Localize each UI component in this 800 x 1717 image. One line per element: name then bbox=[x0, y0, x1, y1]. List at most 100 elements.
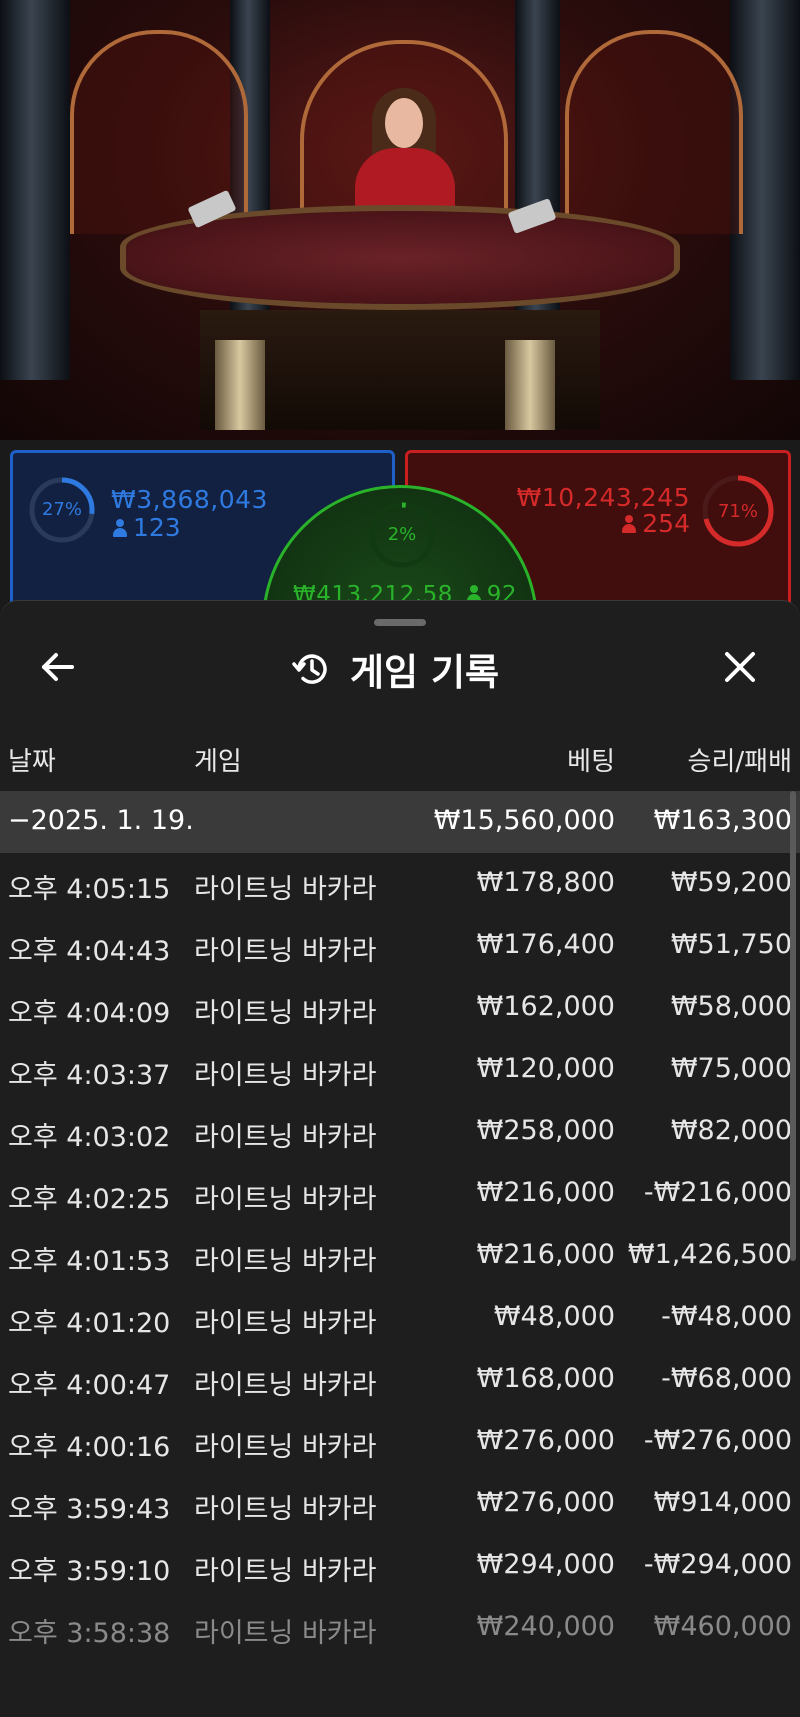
table-row[interactable]: 오후 3:58:38 라이트닝 바카라 ₩240,000 ₩460,000 bbox=[0, 1597, 800, 1659]
row-result: -₩48,000 bbox=[661, 1301, 792, 1332]
live-video-stage bbox=[0, 0, 800, 440]
close-button[interactable] bbox=[718, 645, 762, 689]
banker-percent: 71% bbox=[717, 501, 758, 522]
row-result: ₩82,000 bbox=[670, 1115, 792, 1146]
table-row[interactable]: 오후 4:04:09 라이트닝 바카라 ₩162,000 ₩58,000 bbox=[0, 977, 800, 1039]
row-bet: ₩178,800 bbox=[476, 867, 615, 898]
row-game: 라이트닝 바카라 bbox=[194, 1184, 377, 1215]
arrow-left-icon bbox=[42, 653, 74, 681]
row-result: -₩68,000 bbox=[661, 1363, 792, 1394]
game-history-panel: 게임 기록 날짜 게임 베팅 승리/패배 −2025. 1. 19. ₩15,5… bbox=[0, 600, 800, 1717]
player-amount: ₩3,868,043 bbox=[111, 485, 268, 514]
row-game: 라이트닝 바카라 bbox=[194, 1556, 377, 1587]
row-result: ₩1,426,500 bbox=[627, 1239, 792, 1270]
row-bet: ₩120,000 bbox=[476, 1053, 615, 1084]
row-time: 오후 4:00:16 bbox=[8, 1432, 171, 1463]
row-game: 라이트닝 바카라 bbox=[194, 874, 377, 905]
table-row[interactable]: 오후 4:02:25 라이트닝 바카라 ₩216,000 -₩216,000 bbox=[0, 1163, 800, 1225]
banker-count: 254 bbox=[622, 509, 690, 538]
player-count-value: 123 bbox=[133, 513, 181, 542]
drag-handle[interactable] bbox=[374, 619, 426, 626]
table-row[interactable]: 오후 4:05:15 라이트닝 바카라 ₩178,800 ₩59,200 bbox=[0, 853, 800, 915]
row-result: -₩276,000 bbox=[643, 1425, 792, 1456]
row-time: 오후 4:04:43 bbox=[8, 936, 171, 967]
row-result: -₩294,000 bbox=[643, 1549, 792, 1580]
table-row[interactable]: 오후 4:04:43 라이트닝 바카라 ₩176,400 ₩51,750 bbox=[0, 915, 800, 977]
row-game: 라이트닝 바카라 bbox=[194, 1370, 377, 1401]
table-row[interactable]: 오후 4:00:47 라이트닝 바카라 ₩168,000 -₩68,000 bbox=[0, 1349, 800, 1411]
row-time: 오후 4:01:20 bbox=[8, 1308, 171, 1339]
row-bet: ₩276,000 bbox=[476, 1425, 615, 1456]
table-row[interactable]: 오후 4:01:20 라이트닝 바카라 ₩48,000 -₩48,000 bbox=[0, 1287, 800, 1349]
table-row[interactable]: 오후 4:03:37 라이트닝 바카라 ₩120,000 ₩75,000 bbox=[0, 1039, 800, 1101]
row-result: ₩58,000 bbox=[670, 991, 792, 1022]
history-icon bbox=[292, 654, 327, 684]
row-time: 오후 3:59:43 bbox=[8, 1494, 171, 1525]
row-time: 오후 4:02:25 bbox=[8, 1184, 171, 1215]
row-result: ₩51,750 bbox=[670, 929, 792, 960]
row-time: 오후 4:04:09 bbox=[8, 998, 171, 1029]
row-game: 라이트닝 바카라 bbox=[194, 1122, 377, 1153]
dealer-face bbox=[385, 98, 423, 148]
date-group-label: −2025. 1. 19. bbox=[8, 805, 194, 836]
column-header-bet: 베팅 bbox=[567, 747, 615, 777]
close-icon bbox=[725, 652, 755, 682]
table-row[interactable]: 오후 3:59:43 라이트닝 바카라 ₩276,000 ₩914,000 bbox=[0, 1473, 800, 1535]
row-bet: ₩162,000 bbox=[476, 991, 615, 1022]
row-result: ₩75,000 bbox=[670, 1053, 792, 1084]
row-bet: ₩216,000 bbox=[476, 1177, 615, 1208]
date-group-bet-total: ₩15,560,000 bbox=[433, 805, 615, 836]
table-row[interactable]: 오후 3:59:10 라이트닝 바카라 ₩294,000 -₩294,000 bbox=[0, 1535, 800, 1597]
row-bet: ₩258,000 bbox=[476, 1115, 615, 1146]
history-list: 오후 4:05:15 라이트닝 바카라 ₩178,800 ₩59,200 오후 4:04… bbox=[0, 853, 800, 1659]
table-row[interactable]: 오후 4:03:02 라이트닝 바카라 ₩258,000 ₩82,000 bbox=[0, 1101, 800, 1163]
row-bet: ₩294,000 bbox=[476, 1549, 615, 1580]
row-bet: ₩276,000 bbox=[476, 1487, 615, 1518]
tie-percent: 2% bbox=[387, 524, 417, 545]
row-bet: ₩168,000 bbox=[476, 1363, 615, 1394]
page-title: 게임 기록 bbox=[350, 651, 500, 694]
row-result: ₩59,200 bbox=[670, 867, 792, 898]
row-time: 오후 4:03:37 bbox=[8, 1060, 171, 1091]
player-percent: 27% bbox=[41, 499, 82, 520]
person-icon bbox=[622, 515, 637, 533]
table-header: 날짜 게임 베팅 승리/패배 bbox=[0, 741, 800, 785]
row-time: 오후 4:03:02 bbox=[8, 1122, 171, 1153]
panel-header: 게임 기록 bbox=[290, 645, 500, 694]
row-result: ₩460,000 bbox=[653, 1611, 792, 1642]
row-game: 라이트닝 바카라 bbox=[194, 1060, 377, 1091]
row-game: 라이트닝 바카라 bbox=[194, 1432, 377, 1463]
scrollbar[interactable] bbox=[790, 791, 796, 1261]
banker-count-value: 254 bbox=[642, 509, 690, 538]
row-game: 라이트닝 바카라 bbox=[194, 1494, 377, 1525]
row-game: 라이트닝 바카라 bbox=[194, 1308, 377, 1339]
table-leg bbox=[505, 340, 555, 430]
row-time: 오후 3:59:10 bbox=[8, 1556, 171, 1587]
row-time: 오후 4:00:47 bbox=[8, 1370, 171, 1401]
column-header-game: 게임 bbox=[194, 747, 242, 777]
arch-right bbox=[565, 30, 743, 234]
row-game: 라이트닝 바카라 bbox=[194, 936, 377, 967]
person-icon bbox=[113, 519, 127, 537]
pillar-left bbox=[0, 0, 70, 380]
table-leg bbox=[215, 340, 265, 430]
banker-amount: ₩10,243,245 bbox=[516, 483, 690, 512]
row-bet: ₩240,000 bbox=[476, 1611, 615, 1642]
column-header-result: 승리/패배 bbox=[687, 747, 792, 777]
row-bet: ₩48,000 bbox=[493, 1301, 615, 1332]
row-bet: ₩176,400 bbox=[476, 929, 615, 960]
date-group-row[interactable]: −2025. 1. 19. ₩15,560,000 ₩163,300 bbox=[0, 791, 800, 853]
back-button[interactable] bbox=[36, 645, 80, 689]
table-row[interactable]: 오후 4:00:16 라이트닝 바카라 ₩276,000 -₩276,000 bbox=[0, 1411, 800, 1473]
column-header-date: 날짜 bbox=[8, 747, 56, 777]
table-row[interactable]: 오후 4:01:53 라이트닝 바카라 ₩216,000 ₩1,426,500 bbox=[0, 1225, 800, 1287]
row-bet: ₩216,000 bbox=[476, 1239, 615, 1270]
row-time: 오후 3:58:38 bbox=[8, 1618, 171, 1649]
row-result: ₩914,000 bbox=[653, 1487, 792, 1518]
player-count: 123 bbox=[113, 513, 181, 542]
date-group-result-total: ₩163,300 bbox=[653, 805, 792, 836]
row-time: 오후 4:05:15 bbox=[8, 874, 171, 905]
row-game: 라이트닝 바카라 bbox=[194, 1618, 377, 1649]
row-game: 라이트닝 바카라 bbox=[194, 1246, 377, 1277]
row-game: 라이트닝 바카라 bbox=[194, 998, 377, 1029]
